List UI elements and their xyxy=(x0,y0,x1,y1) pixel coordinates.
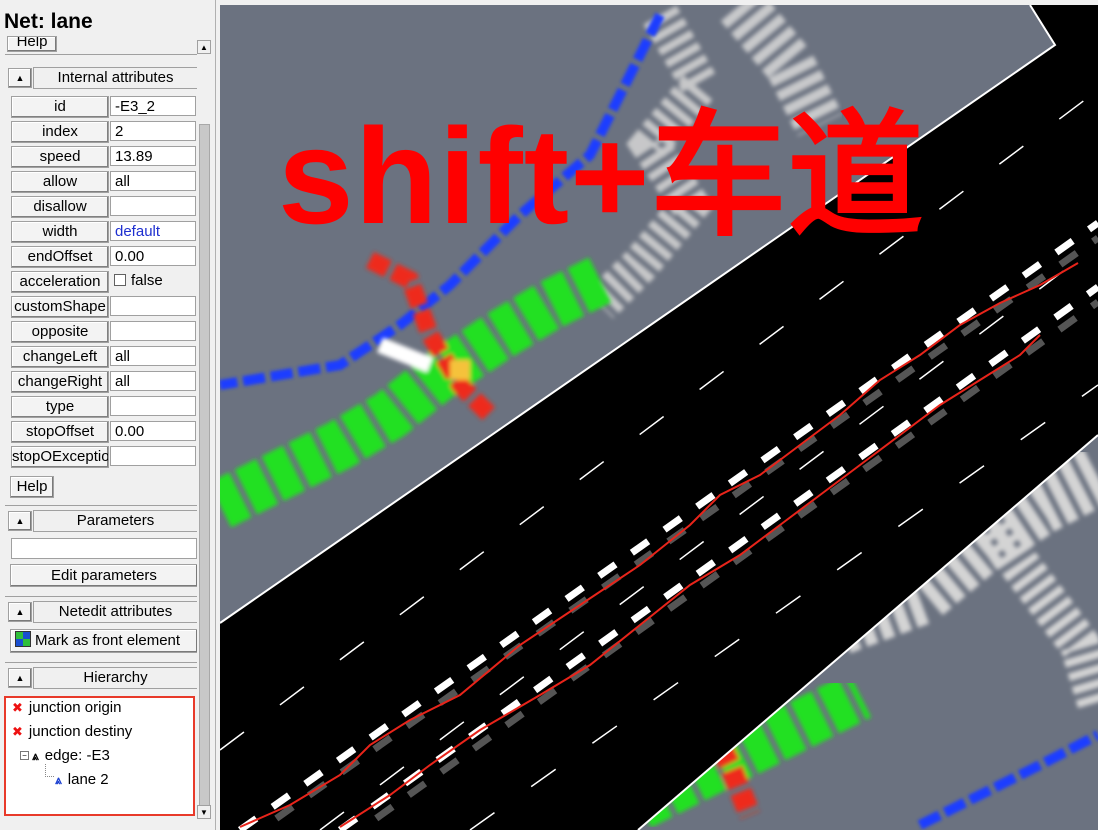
attribute-input-changeLeft[interactable]: all xyxy=(110,346,196,366)
tree-item-edge[interactable]: − ⩓ edge: -E3 xyxy=(20,747,110,764)
collapse-parameters-button[interactable]: ▲ xyxy=(8,511,32,531)
attribute-row-customShape: customShape xyxy=(11,296,197,318)
front-element-icon xyxy=(15,631,31,647)
attribute-input-changeRight[interactable]: all xyxy=(110,371,196,391)
attribute-label-id: id xyxy=(11,96,109,118)
mark-front-element-button[interactable]: Mark as front element xyxy=(10,629,198,653)
acceleration-value: false xyxy=(131,272,163,289)
attribute-input-type[interactable] xyxy=(110,396,196,416)
attribute-input-endOffset[interactable]: 0.00 xyxy=(110,246,196,266)
front-element-label: Mark as front element xyxy=(35,632,181,649)
tree-item-junction-destiny[interactable]: ✖ junction destiny xyxy=(12,723,132,740)
attribute-label-changeRight[interactable]: changeRight xyxy=(11,371,109,393)
scroll-down-icon[interactable]: ▼ xyxy=(197,805,211,819)
attribute-input-stopOffset[interactable]: 0.00 xyxy=(110,421,196,441)
attribute-row-acceleration: acceleration false xyxy=(11,271,197,293)
attribute-label-stopOffset[interactable]: stopOffset xyxy=(11,421,109,443)
annotation-overlay-text: shift+车道 xyxy=(278,100,925,252)
collapse-hierarchy-button[interactable]: ▲ xyxy=(8,668,32,688)
attribute-label-stopOException: stopOException xyxy=(11,446,109,468)
attribute-input-index[interactable]: 2 xyxy=(110,121,196,141)
acceleration-checkbox[interactable] xyxy=(114,274,126,286)
attribute-label-acceleration[interactable]: acceleration xyxy=(11,271,109,293)
junction-icon: ✖ xyxy=(12,700,23,715)
edit-parameters-button[interactable]: Edit parameters xyxy=(10,564,198,587)
attribute-label-endOffset: endOffset xyxy=(11,246,109,268)
scroll-up-icon[interactable]: ▲ xyxy=(197,40,211,54)
tree-item-label: lane 2 xyxy=(67,771,109,788)
attribute-label-changeLeft[interactable]: changeLeft xyxy=(11,346,109,368)
collapse-netedit-button[interactable]: ▲ xyxy=(8,602,32,622)
tree-item-label: edge: -E3 xyxy=(44,747,110,764)
attribute-row-id: id -E3_2 xyxy=(11,96,197,118)
attribute-row-opposite: opposite xyxy=(11,321,197,343)
attribute-label-allow[interactable]: allow xyxy=(11,171,109,193)
attribute-label-opposite: opposite xyxy=(11,321,109,343)
panel-title: Net: lane xyxy=(4,10,93,33)
attribute-row-index: index 2 xyxy=(11,121,197,143)
attribute-label-type: type xyxy=(11,396,109,418)
attribute-input-allow[interactable]: all xyxy=(110,171,196,191)
attribute-input-stopOException[interactable] xyxy=(110,446,196,466)
scroll-thumb[interactable] xyxy=(199,124,210,808)
panel-scrollbar[interactable]: ▲ ▼ xyxy=(197,40,211,820)
attribute-panel: Net: lane Help ▲ Internal attributes id -… xyxy=(0,0,216,830)
attribute-label-customShape: customShape xyxy=(11,296,109,318)
attribute-input-disallow[interactable] xyxy=(110,196,196,216)
internal-attributes-title: Internal attributes xyxy=(33,67,198,89)
collapse-tree-icon[interactable]: − xyxy=(20,751,29,760)
edge-icon: ⩓ xyxy=(32,749,39,763)
attribute-row-stopOffset: stopOffset 0.00 xyxy=(11,421,197,443)
attribute-label-disallow[interactable]: disallow xyxy=(11,196,109,218)
attribute-row-disallow: disallow xyxy=(11,196,197,218)
attribute-label-width: width xyxy=(11,221,109,243)
attribute-row-allow: allow all xyxy=(11,171,197,193)
attribute-row-changeRight: changeRight all xyxy=(11,371,197,393)
attribute-row-width: width default xyxy=(11,221,197,243)
parameters-input[interactable] xyxy=(11,538,197,559)
attribute-input-speed[interactable]: 13.89 xyxy=(110,146,196,166)
attribute-label-speed: speed xyxy=(11,146,109,168)
hierarchy-title: Hierarchy xyxy=(33,667,198,689)
collapse-internal-button[interactable]: ▲ xyxy=(8,68,32,88)
attribute-input-acceleration[interactable]: false xyxy=(110,271,196,291)
parameters-title: Parameters xyxy=(33,510,198,532)
tree-item-junction-origin[interactable]: ✖ junction origin xyxy=(12,699,121,716)
attribute-row-stopOException: stopOException xyxy=(11,446,197,468)
tree-item-lane[interactable]: ⩓ lane 2 xyxy=(55,771,109,788)
tree-connector xyxy=(45,764,54,777)
tree-item-label: junction origin xyxy=(28,699,122,716)
attribute-input-opposite[interactable] xyxy=(110,321,196,341)
help-button[interactable]: Help xyxy=(10,476,54,498)
netedit-attributes-title: Netedit attributes xyxy=(33,601,198,623)
attribute-label-index: index xyxy=(11,121,109,143)
attribute-input-customShape[interactable] xyxy=(110,296,196,316)
hierarchy-tree: ✖ junction origin ✖ junction destiny − ⩓ edg… xyxy=(4,696,195,816)
attribute-input-width[interactable]: default xyxy=(110,221,196,241)
attribute-row-endOffset: endOffset 0.00 xyxy=(11,246,197,268)
attribute-row-changeLeft: changeLeft all xyxy=(11,346,197,368)
help-button-top[interactable]: Help xyxy=(7,36,57,52)
tree-item-label: junction destiny xyxy=(28,723,133,740)
attribute-input-id[interactable]: -E3_2 xyxy=(110,96,196,116)
attribute-row-speed: speed 13.89 xyxy=(11,146,197,168)
lane-icon: ⩓ xyxy=(55,773,62,787)
junction-icon: ✖ xyxy=(12,724,23,739)
attribute-row-type: type xyxy=(11,396,197,418)
